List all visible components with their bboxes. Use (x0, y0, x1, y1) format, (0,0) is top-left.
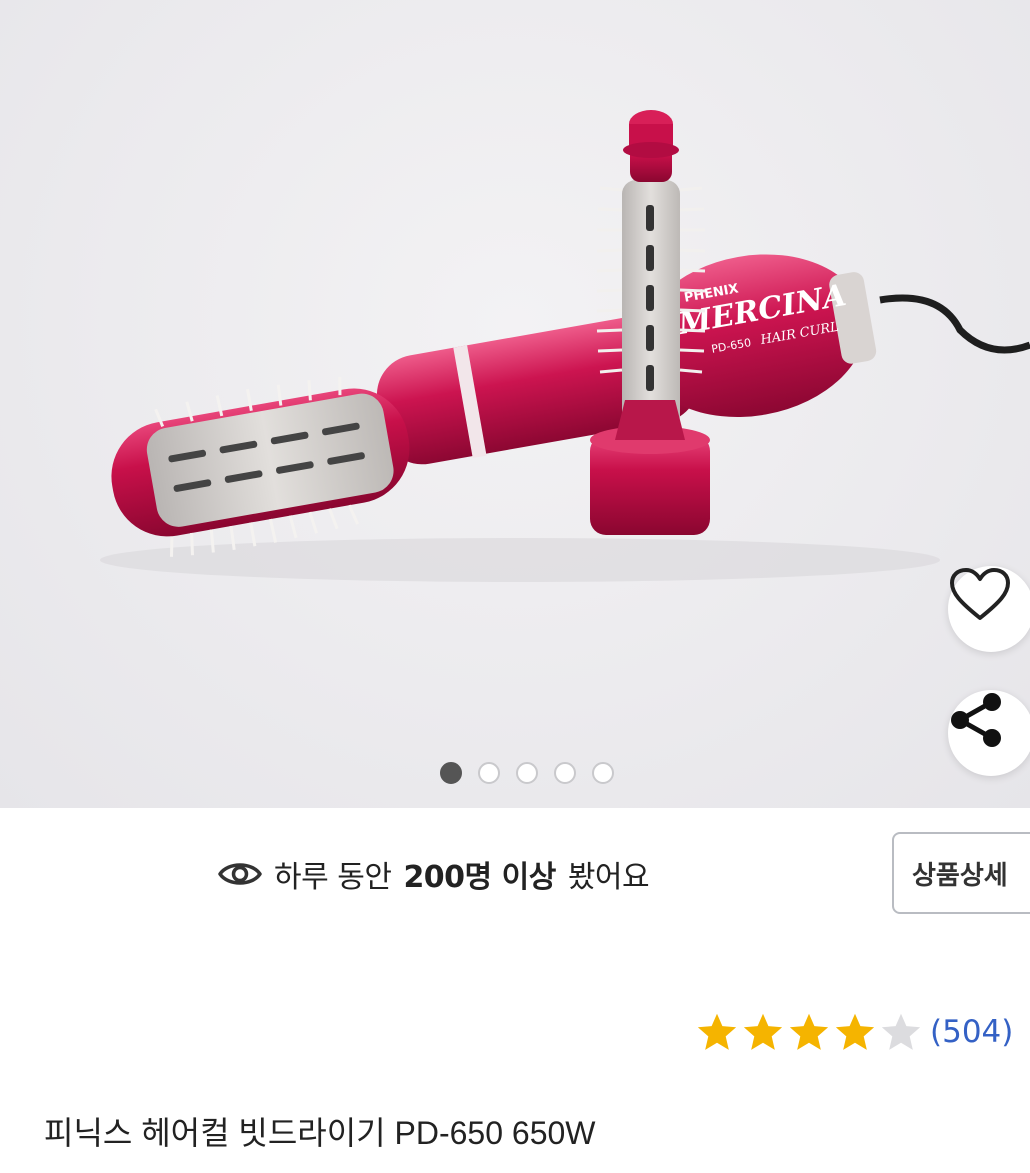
page-dot-3[interactable] (516, 762, 538, 784)
star-filled-icon (789, 1013, 829, 1050)
viewers-count: 200명 이상 (403, 860, 556, 895)
star-filled-icon (835, 1013, 875, 1050)
star-filled-icon (697, 1013, 737, 1050)
page-dot-4[interactable] (554, 762, 576, 784)
daily-viewers-notice: 하루 동안 200명 이상 봤어요 (218, 850, 650, 898)
product-photo: PHENIX MERCINA PD-650 HAIR CURL (100, 110, 1030, 582)
star-filled-icon (743, 1013, 783, 1050)
rating-stars (696, 1012, 922, 1052)
viewers-suffix: 봤어요 (567, 860, 650, 895)
eye-icon (218, 863, 262, 885)
product-title: 피닉스 헤어컬 빗드라이기 PD-650 650W (44, 1115, 596, 1151)
heart-icon (950, 568, 1010, 620)
share-icon (951, 693, 1001, 747)
product-detail-button[interactable]: 상품상세 (892, 832, 1030, 914)
share-button[interactable] (948, 690, 1030, 776)
gallery-pagination (440, 762, 614, 784)
review-count[interactable]: (504) (930, 1014, 1013, 1050)
page-dot-2[interactable] (478, 762, 500, 784)
product-rating[interactable]: (504) (696, 1008, 1013, 1056)
page-dot-1[interactable] (440, 762, 462, 784)
viewers-prefix: 하루 동안 (274, 860, 392, 895)
star-empty-icon (881, 1013, 921, 1050)
like-button[interactable] (948, 566, 1030, 652)
page-dot-5[interactable] (592, 762, 614, 784)
product-image-gallery[interactable]: PHENIX MERCINA PD-650 HAIR CURL (0, 0, 1030, 808)
